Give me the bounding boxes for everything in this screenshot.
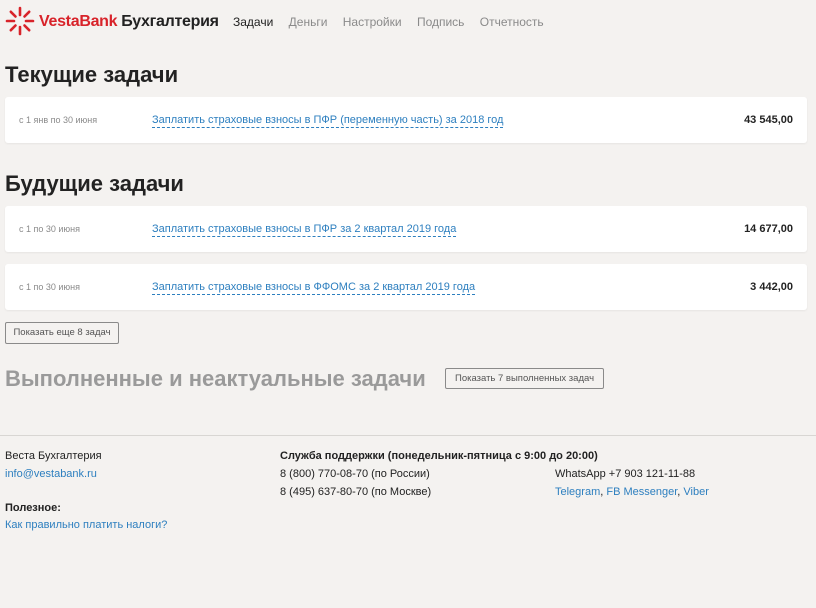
task-amount: 3 442,00 (750, 281, 793, 293)
messenger-separator: , (600, 486, 604, 498)
footer-useful-label: Полезное: (5, 502, 61, 514)
viber-link[interactable]: Viber (683, 486, 708, 498)
task-card: с 1 по 30 июня Заплатить страховые взнос… (5, 206, 807, 252)
vestabank-logo-icon[interactable] (5, 6, 35, 36)
show-more-tasks-button[interactable]: Показать еще 8 задач (5, 322, 119, 344)
support-title: Служба поддержки (понедельник-пятница с … (280, 450, 598, 462)
nav-item-settings[interactable]: Настройки (343, 15, 402, 29)
task-link[interactable]: Заплатить страховые взносы в ПФР за 2 кв… (152, 223, 457, 237)
telegram-link[interactable]: Telegram (555, 486, 600, 498)
nav-item-signature[interactable]: Подпись (417, 15, 465, 29)
messengers: Telegram, FB Messenger, Viber (555, 486, 709, 498)
support-phone-moscow: 8 (495) 637-80-70 (по Москве) (280, 486, 432, 498)
task-card: с 1 янв по 30 июня Заплатить страховые в… (5, 97, 807, 143)
messenger-separator: , (677, 486, 681, 498)
task-card: с 1 по 30 июня Заплатить страховые взнос… (5, 264, 807, 310)
footer-email-link[interactable]: info@vestabank.ru (5, 468, 97, 480)
brand-sub: Бухгалтерия (121, 13, 219, 30)
support-phone-russia: 8 (800) 770-08-70 (по России) (280, 468, 430, 480)
nav-item-money[interactable]: Деньги (289, 15, 328, 29)
task-amount: 14 677,00 (744, 223, 793, 235)
task-link[interactable]: Заплатить страховые взносы в ФФОМС за 2 … (152, 281, 476, 295)
task-date: с 1 янв по 30 июня (19, 115, 98, 125)
footer-taxes-link[interactable]: Как правильно платить налоги? (5, 519, 167, 531)
brand-main: VestaBank (39, 13, 118, 30)
main-nav: Задачи Деньги Настройки Подпись Отчетнос… (233, 15, 556, 29)
task-date: с 1 по 30 июня (19, 224, 81, 234)
show-done-tasks-button[interactable]: Показать 7 выполненных задач (445, 368, 604, 389)
done-tasks-heading: Выполненные и неактуальные задачи (5, 366, 426, 391)
nav-item-tasks[interactable]: Задачи (233, 15, 273, 29)
nav-item-reporting[interactable]: Отчетность (480, 15, 544, 29)
fb-messenger-link[interactable]: FB Messenger (606, 486, 677, 498)
task-amount: 43 545,00 (744, 114, 793, 126)
header: VestaBank Бухгалтерия Задачи Деньги Настр… (0, 0, 816, 44)
future-tasks-heading: Будущие задачи (5, 171, 184, 196)
task-link[interactable]: Заплатить страховые взносы в ПФР (переме… (152, 114, 504, 128)
footer-divider (0, 435, 816, 436)
footer-company: Веста Бухгалтерия (5, 450, 102, 462)
brand-title[interactable]: VestaBank Бухгалтерия (39, 13, 219, 31)
task-date: с 1 по 30 июня (19, 282, 81, 292)
current-tasks-heading: Текущие задачи (5, 62, 179, 87)
support-whatsapp: WhatsApp +7 903 121-11-88 (555, 468, 696, 480)
